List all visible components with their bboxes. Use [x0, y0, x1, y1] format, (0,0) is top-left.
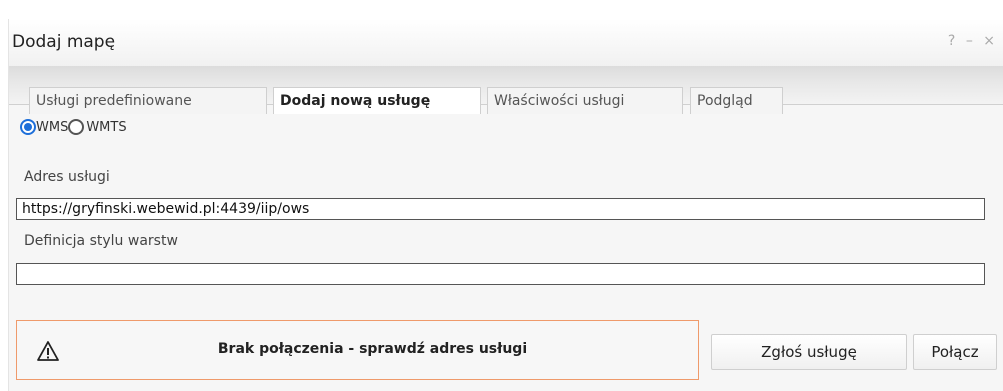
help-icon[interactable]: ?: [948, 33, 958, 49]
connection-alert: Brak połączenia - sprawdź adres usługi: [16, 320, 699, 380]
tab-service-properties[interactable]: Właściwości usługi: [487, 87, 683, 114]
dialog-title: Dodaj mapę: [12, 32, 116, 52]
alert-message: Brak połączenia - sprawdź adres usługi: [217, 341, 528, 357]
tab-predefined-services[interactable]: Usługi predefiniowane: [29, 87, 267, 114]
radio-wmts-label[interactable]: WMTS: [86, 120, 126, 135]
tab-bar: Usługi predefiniowane Dodaj nową usługę …: [9, 66, 1003, 114]
radio-wms-label[interactable]: WMS: [36, 120, 68, 135]
dialog-titlebar[interactable]: Dodaj mapę ? – ×: [9, 19, 1003, 66]
close-icon[interactable]: ×: [983, 33, 998, 49]
radio-wms[interactable]: [20, 119, 36, 135]
window-controls: ? – ×: [948, 33, 998, 49]
address-input[interactable]: https://gryfinski.webewid.pl:4439/iip/ow…: [16, 198, 985, 220]
tab-add-new-service[interactable]: Dodaj nową usługę: [273, 87, 481, 114]
layer-style-input[interactable]: [16, 263, 985, 285]
connect-button[interactable]: Połącz: [913, 334, 997, 370]
report-service-button[interactable]: Zgłoś usługę: [711, 334, 907, 370]
minimize-icon[interactable]: –: [966, 33, 976, 49]
service-type-selector: WMS WMTS: [20, 119, 127, 135]
layer-style-label: Definicja stylu warstw: [24, 233, 178, 249]
tab-preview[interactable]: Podgląd: [690, 87, 783, 114]
address-label: Adres usługi: [24, 169, 110, 185]
radio-wmts[interactable]: [68, 119, 85, 135]
